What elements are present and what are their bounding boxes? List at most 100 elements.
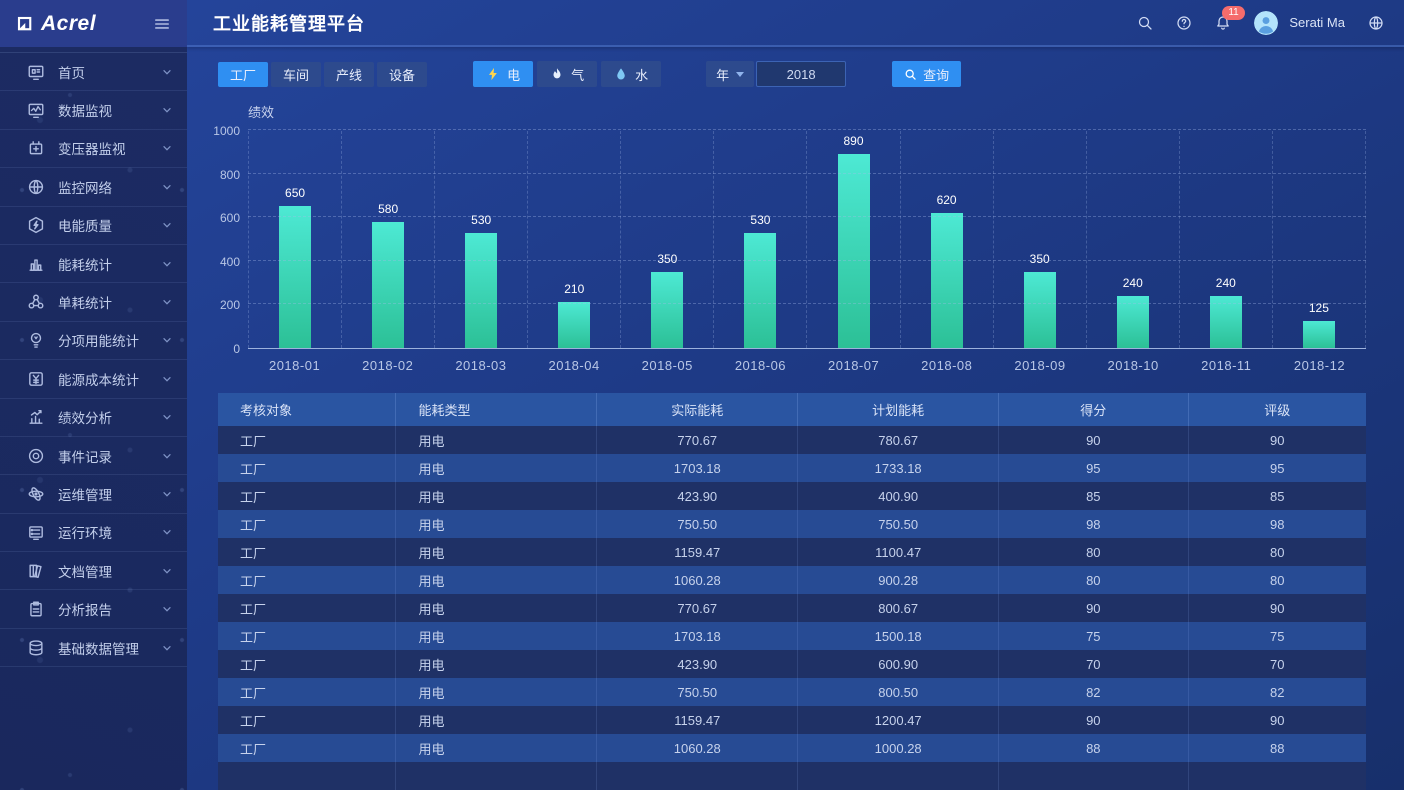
sidebar-item-runtime-env[interactable]: 运行环境 (0, 514, 187, 552)
sidebar-item-label: 运行环境 (58, 522, 161, 542)
table-cell: 90 (999, 594, 1188, 622)
scope-tab-device[interactable]: 设备 (377, 62, 427, 87)
x-tick-label: 2018-03 (434, 358, 527, 373)
sidebar-item-events[interactable]: 事件记录 (0, 437, 187, 475)
period-select[interactable]: 年 (706, 61, 754, 87)
bar-2018-08 (931, 213, 963, 348)
table-row: 工厂用电1703.181733.189595 (218, 454, 1366, 482)
chart-slot: 350 (993, 131, 1086, 348)
period-select-label: 年 (716, 65, 729, 84)
x-tick-label: 2018-06 (714, 358, 807, 373)
sidebar-item-transformer[interactable]: 变压器监视 (0, 130, 187, 168)
brand-logo[interactable]: Acrel (15, 12, 96, 36)
query-button[interactable]: 查询 (892, 61, 961, 87)
x-tick-label: 2018-04 (528, 358, 621, 373)
table-cell: 用电 (396, 734, 597, 762)
sidebar-item-performance[interactable]: 绩效分析 (0, 399, 187, 437)
network-icon (27, 178, 45, 196)
bar-2018-02 (372, 222, 404, 348)
search-icon[interactable] (1137, 15, 1153, 31)
scope-tab-workshop[interactable]: 车间 (271, 62, 321, 87)
year-input[interactable] (756, 61, 846, 87)
x-tick-label: 2018-07 (807, 358, 900, 373)
table-cell: 用电 (396, 482, 597, 510)
table-cell: 用电 (396, 594, 597, 622)
sidebar-item-subitem-energy[interactable]: 分项用能统计 (0, 322, 187, 360)
energy-tab-water[interactable]: 水 (601, 61, 661, 87)
sidebar-item-label: 能耗统计 (58, 254, 161, 274)
sidebar-item-energy-stats[interactable]: 能耗统计 (0, 245, 187, 283)
chart-slot: 240 (1179, 131, 1272, 348)
sidebar-item-label: 数据监视 (58, 100, 161, 120)
table-cell: 95 (999, 454, 1188, 482)
sidebar-item-label: 文档管理 (58, 561, 161, 581)
avatar[interactable] (1254, 11, 1278, 35)
bar-value-label: 530 (714, 213, 806, 227)
bar-value-label: 620 (901, 193, 993, 207)
molecule-icon (27, 293, 45, 311)
bar-2018-12 (1303, 321, 1335, 348)
table-cell: 工厂 (218, 622, 396, 650)
yen-icon (27, 370, 45, 388)
gridline (248, 216, 1366, 217)
x-tick-label: 2018-05 (621, 358, 714, 373)
sidebar-item-label: 首页 (58, 62, 161, 82)
table-row: 工厂用电750.50750.509898 (218, 510, 1366, 538)
hamburger-menu-icon[interactable] (153, 15, 171, 33)
x-tick-label: 2018-01 (248, 358, 341, 373)
table-cell (999, 762, 1188, 790)
chevron-down-icon (161, 104, 173, 116)
table-cell: 770.67 (597, 426, 798, 454)
gridline (248, 303, 1366, 304)
help-icon[interactable] (1176, 15, 1192, 31)
table-cell: 1000.28 (798, 734, 999, 762)
sidebar-item-unit-stats[interactable]: 单耗统计 (0, 283, 187, 321)
table-cell: 工厂 (218, 510, 396, 538)
notification-badge: 11 (1222, 6, 1244, 20)
table-cell: 80 (1188, 538, 1366, 566)
table-row: 工厂用电1060.28900.288080 (218, 566, 1366, 594)
sidebar-item-home[interactable]: 首页 (0, 53, 187, 91)
sidebar-item-cost-stats[interactable]: 能源成本统计 (0, 360, 187, 398)
chart-y-axis: 02004006008001000 (218, 131, 248, 349)
sidebar-item-label: 电能质量 (58, 215, 161, 235)
chart-slot: 530 (434, 131, 527, 348)
table-cell (396, 762, 597, 790)
sidebar-item-power-quality[interactable]: 电能质量 (0, 207, 187, 245)
table-cell: 用电 (396, 622, 597, 650)
x-tick-label: 2018-09 (993, 358, 1086, 373)
energy-tab-label: 电 (507, 65, 520, 84)
table-cell: 80 (1188, 566, 1366, 594)
table-cell: 600.90 (798, 650, 999, 678)
sidebar-item-base-data[interactable]: 基础数据管理 (0, 629, 187, 667)
user-name[interactable]: Serati Ma (1289, 15, 1345, 30)
chevron-down-icon (161, 603, 173, 615)
scope-tab-factory[interactable]: 工厂 (218, 62, 268, 87)
bar-2018-05 (651, 272, 683, 348)
table-cell: 1100.47 (798, 538, 999, 566)
power-quality-icon (27, 216, 45, 234)
y-tick-label: 800 (220, 168, 240, 182)
record-icon (27, 447, 45, 465)
energy-tab-gas[interactable]: 气 (537, 61, 597, 87)
flame-icon (550, 67, 564, 81)
performance-chart: 绩效 02004006008001000 6505805302103505308… (218, 102, 1366, 373)
table-cell: 95 (1188, 454, 1366, 482)
table-row: 工厂用电1159.471100.478080 (218, 538, 1366, 566)
y-tick-label: 1000 (213, 124, 240, 138)
sidebar-item-ops[interactable]: 运维管理 (0, 475, 187, 513)
language-globe-icon[interactable] (1368, 15, 1384, 31)
sidebar-item-reports[interactable]: 分析报告 (0, 590, 187, 628)
chart-title: 绩效 (248, 102, 1366, 121)
sidebar-item-network[interactable]: 监控网络 (0, 168, 187, 206)
y-tick-label: 200 (220, 298, 240, 312)
chart-slot: 125 (1272, 131, 1366, 348)
sidebar-item-data-monitor[interactable]: 数据监视 (0, 91, 187, 129)
energy-tab-electricity[interactable]: 电 (473, 61, 533, 87)
table-cell: 98 (999, 510, 1188, 538)
scope-tab-line[interactable]: 产线 (324, 62, 374, 87)
sidebar-item-docs[interactable]: 文档管理 (0, 552, 187, 590)
x-tick-label: 2018-12 (1273, 358, 1366, 373)
chevron-down-icon (161, 488, 173, 500)
notification-bell-icon[interactable]: 11 (1215, 15, 1231, 31)
